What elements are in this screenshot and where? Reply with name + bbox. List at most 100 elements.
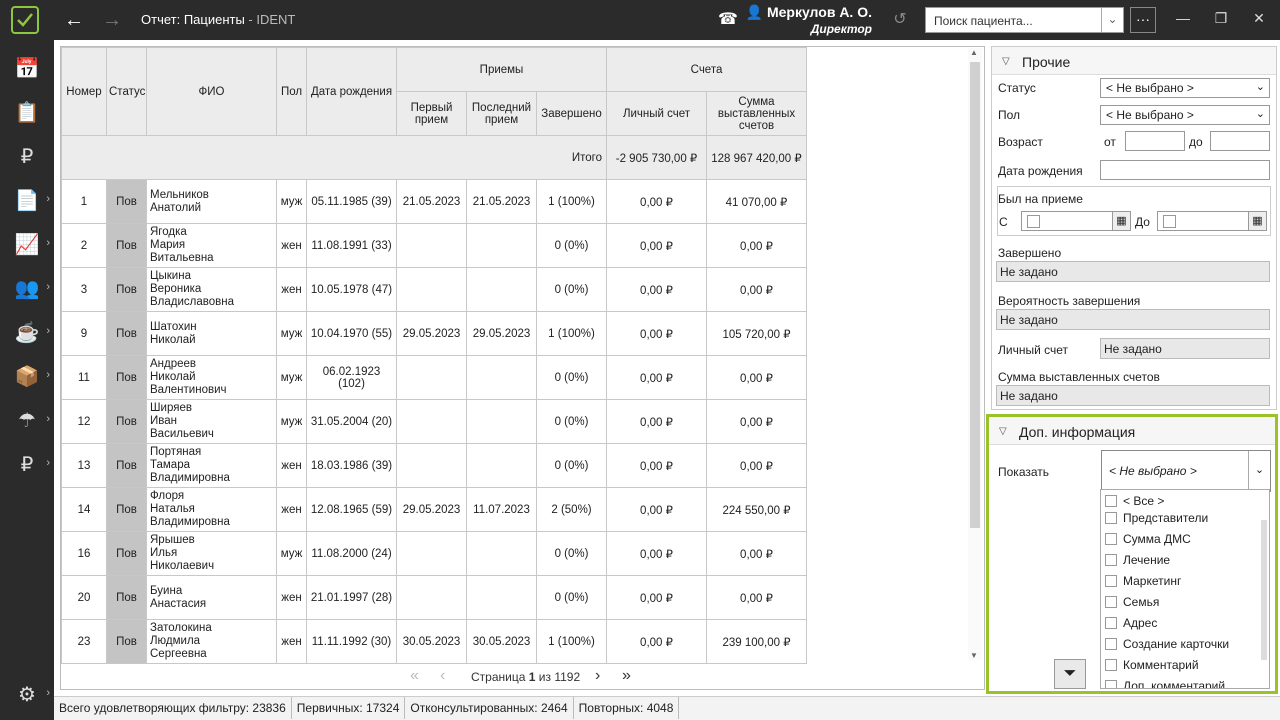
next-page-icon[interactable]: ›	[595, 667, 600, 685]
sex-filter-select[interactable]: < Не выбрано > ⌄	[1100, 105, 1270, 125]
dropdown-scrollbar[interactable]	[1261, 520, 1267, 660]
collapse-triangle-icon[interactable]: ▽	[1002, 56, 1010, 67]
visit-from-date[interactable]: ▦	[1021, 211, 1131, 231]
cell-last-visit	[466, 223, 537, 268]
option-checkbox[interactable]	[1105, 617, 1117, 629]
scrollbar-thumb[interactable]	[970, 62, 980, 528]
visit-to-checkbox[interactable]	[1163, 215, 1176, 228]
table-row[interactable]: 12 Пов Ширяев Иван Васильевич муж 31.05.2004 (…	[61, 399, 807, 444]
phone-icon[interactable]: ☎	[716, 8, 740, 32]
last-page-icon[interactable]: »	[622, 667, 631, 685]
col-completed[interactable]: Завершено	[536, 91, 607, 136]
dropdown-option[interactable]: Создание карточки	[1105, 637, 1229, 651]
probability-filter-value[interactable]: Не задано	[996, 309, 1270, 330]
col-dob[interactable]: Дата рождения	[306, 47, 397, 136]
ruble-icon[interactable]: ₽	[0, 136, 54, 176]
history-icon[interactable]: ↺	[888, 8, 912, 32]
table-row[interactable]: 14 Пов Флоря Наталья Владимировна жен 12.08.19…	[61, 487, 807, 532]
option-checkbox[interactable]	[1105, 554, 1117, 566]
table-row[interactable]: 23 Пов Затолокина Людмила Сергеевна жен 11.11.…	[61, 619, 807, 664]
col-fio[interactable]: ФИО	[146, 47, 277, 136]
age-to-input[interactable]	[1210, 131, 1270, 151]
dropdown-option[interactable]: Семья	[1105, 595, 1159, 609]
cell-completed: 0 (0%)	[536, 531, 607, 576]
option-checkbox[interactable]	[1105, 659, 1117, 671]
add-filter-button[interactable]: ⏷	[1054, 659, 1086, 689]
completed-filter-value[interactable]: Не задано	[996, 261, 1270, 282]
option-checkbox[interactable]	[1105, 638, 1117, 650]
col-sex[interactable]: Пол	[276, 47, 307, 136]
cell-status: Пов	[106, 179, 147, 224]
dropdown-option[interactable]: Лечение	[1105, 553, 1170, 567]
table-row[interactable]: 16 Пов Ярышев Илья Николаевич муж 11.08.2000 (…	[61, 531, 807, 576]
age-from-input[interactable]	[1125, 131, 1185, 151]
billed-sum-filter-value[interactable]: Не задано	[996, 385, 1270, 406]
patient-search-input[interactable]: Поиск пациента... ⌄	[925, 7, 1124, 33]
status-filter-select[interactable]: < Не выбрано > ⌄	[1100, 78, 1270, 98]
dropdown-option[interactable]: Представители	[1105, 511, 1208, 525]
tooth-icon[interactable]: ☕ ›	[0, 312, 54, 352]
calendar-icon[interactable]: ▦	[1112, 212, 1130, 230]
col-number[interactable]: Номер	[61, 47, 107, 136]
personal-account-filter-value[interactable]: Не задано	[1100, 338, 1270, 359]
tasks-icon[interactable]: 📋	[0, 92, 54, 132]
chevron-down-icon[interactable]: ⌄	[1101, 8, 1123, 32]
maximize-icon[interactable]: ❐	[1211, 10, 1231, 27]
dob-filter-input[interactable]	[1100, 160, 1270, 180]
settings-gear-icon[interactable]: ⚙ ›	[0, 674, 54, 714]
dropdown-option[interactable]: Комментарий	[1105, 658, 1199, 672]
dropdown-option[interactable]: Маркетинг	[1105, 574, 1181, 588]
option-checkbox[interactable]	[1105, 575, 1117, 587]
forward-arrow-icon[interactable]: →	[100, 8, 124, 32]
inventory-icon[interactable]: 📦 ›	[0, 356, 54, 396]
schedule-icon[interactable]: 📅	[0, 48, 54, 88]
visit-from-checkbox[interactable]	[1027, 215, 1040, 228]
filters-section-header[interactable]: ▽ Прочие	[992, 47, 1276, 75]
table-row[interactable]: 13 Пов Портяная Тамара Владимировна жен 18.03.…	[61, 443, 807, 488]
option-checkbox[interactable]	[1105, 680, 1117, 688]
more-button[interactable]: ···	[1130, 7, 1156, 33]
col-last-visit[interactable]: Последний прием	[466, 91, 537, 136]
table-row[interactable]: 20 Пов Буина Анастасия жен 21.01.1997 (28) 0 (…	[61, 575, 807, 620]
col-personal-account[interactable]: Личный счет	[606, 91, 707, 136]
analytics-icon[interactable]: 📈 ›	[0, 224, 54, 264]
cell-completed: 0 (0%)	[536, 399, 607, 444]
calendar-icon[interactable]: ▦	[1248, 212, 1266, 230]
show-columns-select[interactable]: < Не выбрано > ⌄	[1101, 450, 1271, 492]
dropdown-option[interactable]: Адрес	[1105, 616, 1157, 630]
table-row[interactable]: 2 Пов Ягодка Мария Витальевна жен 11.08.1991 (…	[61, 223, 807, 268]
col-first-visit[interactable]: Первый прием	[396, 91, 467, 136]
close-icon[interactable]: ✕	[1249, 10, 1269, 27]
payroll-icon[interactable]: ₽ ›	[0, 444, 54, 484]
dropdown-option[interactable]: Доп. комментарий	[1105, 679, 1225, 688]
option-checkbox[interactable]	[1105, 596, 1117, 608]
cell-first-visit	[396, 443, 467, 488]
table-row[interactable]: 3 Пов Цыкина Вероника Владиславовна жен 10.05.…	[61, 267, 807, 312]
collapse-triangle-icon[interactable]: ▽	[999, 426, 1007, 437]
user-info[interactable]: 👤 Меркулов А. О. Директор	[746, 4, 872, 36]
back-arrow-icon[interactable]: ←	[62, 8, 86, 32]
cell-completed: 2 (50%)	[536, 487, 607, 532]
reports-icon[interactable]: 📄 ›	[0, 180, 54, 220]
grid-vertical-scrollbar[interactable]: ▲ ▼	[968, 48, 982, 660]
option-checkbox[interactable]	[1105, 495, 1117, 507]
table-row[interactable]: 1 Пов Мельников Анатолий муж 05.11.1985 (39) 2…	[61, 179, 807, 224]
first-page-icon[interactable]: «	[410, 667, 419, 685]
patients-icon[interactable]: 👥 ›	[0, 268, 54, 308]
minimize-icon[interactable]: —	[1173, 10, 1193, 26]
option-checkbox[interactable]	[1105, 512, 1117, 524]
col-status[interactable]: Статус	[106, 47, 147, 136]
table-row[interactable]: 9 Пов Шатохин Николай муж 10.04.1970 (55) 29.0…	[61, 311, 807, 356]
dropdown-option[interactable]: Сумма ДМС	[1105, 532, 1191, 546]
option-label: Комментарий	[1123, 658, 1199, 672]
visit-to-date[interactable]: ▦	[1157, 211, 1267, 231]
col-billed-sum[interactable]: Сумма выставленных счетов	[706, 91, 807, 136]
chevron-down-icon[interactable]: ⌄	[1248, 451, 1270, 491]
prev-page-icon[interactable]: ‹	[440, 667, 445, 685]
insurance-umbrella-icon[interactable]: ☂ ›	[0, 400, 54, 440]
option-checkbox[interactable]	[1105, 533, 1117, 545]
cell-number: 23	[61, 619, 107, 664]
table-row[interactable]: 11 Пов Андреев Николай Валентинович муж 06.02.…	[61, 355, 807, 400]
additional-info-header[interactable]: ▽ Доп. информация	[989, 417, 1275, 445]
dropdown-option[interactable]: < Все >	[1105, 494, 1164, 508]
